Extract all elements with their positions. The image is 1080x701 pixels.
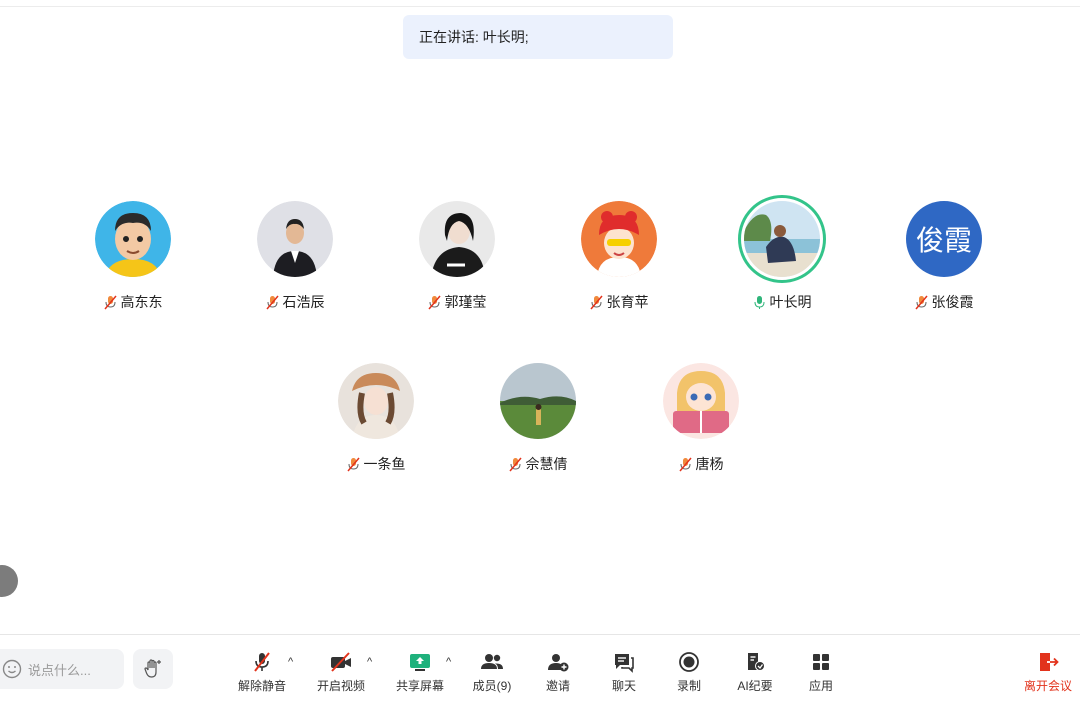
members-label: 成员(9)	[472, 679, 512, 693]
cartoon-man-avatar-icon	[95, 201, 171, 277]
mic-muted-icon	[103, 295, 117, 309]
girl-hoodie-avatar-icon	[419, 201, 495, 277]
chat-icon	[615, 654, 634, 673]
suit-man-avatar-icon	[257, 201, 333, 277]
add-user-icon	[548, 654, 569, 672]
mic-muted-icon	[678, 457, 692, 471]
exit-icon	[1040, 653, 1059, 671]
participant-avatar	[95, 201, 171, 277]
participant-avatar	[257, 201, 333, 277]
participant-tile-active-speaker[interactable]: 叶长明	[712, 195, 852, 321]
share-screen-label: 共享屏幕	[395, 679, 444, 693]
invite-button[interactable]: 邀请	[526, 649, 590, 699]
participant-tile[interactable]: 佘慧倩	[468, 363, 608, 483]
cartoon-girl-frog-hat-avatar-icon	[581, 201, 657, 277]
video-options-caret[interactable]: ^	[367, 657, 377, 668]
unmute-button[interactable]: 解除静音	[230, 649, 294, 699]
participant-avatar	[419, 201, 495, 277]
participant-avatar-text: 俊霞	[906, 201, 982, 277]
anime-girl-book-avatar-icon	[663, 363, 739, 439]
start-video-label: 开启视频	[316, 679, 365, 693]
share-screen-icon	[410, 654, 430, 671]
participant-avatar	[663, 363, 739, 439]
start-video-button[interactable]: 开启视频	[309, 649, 373, 699]
invite-label: 邀请	[545, 679, 570, 693]
participant-name: 叶长明	[769, 294, 812, 310]
active-speaker-text: 正在讲话: 叶长明;	[419, 29, 529, 45]
video-off-icon	[331, 652, 351, 672]
raise-hand-icon	[144, 659, 161, 678]
ai-summary-icon	[748, 653, 765, 671]
mic-muted-icon	[346, 457, 360, 471]
quick-chat-input[interactable]: 说点什么...	[0, 649, 124, 689]
girl-hat-avatar-icon	[338, 363, 414, 439]
participant-tile[interactable]: 张育苹	[549, 201, 689, 321]
participant-avatar	[581, 201, 657, 277]
chat-label: 聊天	[611, 679, 636, 693]
members-icon	[481, 654, 503, 669]
leave-meeting-label: 离开会议	[1023, 679, 1072, 693]
record-icon	[679, 652, 699, 672]
participant-name: 高东东	[120, 294, 163, 310]
participant-avatar	[338, 363, 414, 439]
mic-muted-icon	[265, 295, 279, 309]
participant-avatar	[738, 195, 826, 283]
participant-name: 石浩辰	[282, 294, 325, 310]
audio-options-caret[interactable]: ^	[288, 657, 298, 668]
ai-summary-button[interactable]: AI纪要	[723, 649, 787, 699]
record-button[interactable]: 录制	[657, 649, 721, 699]
mic-muted-icon	[508, 457, 522, 471]
unmute-label: 解除静音	[237, 679, 286, 693]
mic-muted-icon	[427, 295, 441, 309]
participant-name: 张育苹	[606, 294, 649, 310]
participant-tile[interactable]: 高东东	[63, 201, 203, 321]
participant-tile[interactable]: 郭瑾莹	[387, 201, 527, 321]
active-speaker-banner: 正在讲话: 叶长明;	[403, 15, 673, 59]
ai-summary-label: AI纪要	[737, 679, 773, 693]
mic-muted-icon	[254, 652, 270, 672]
mic-muted-icon	[589, 295, 603, 309]
mic-speaking-icon	[754, 295, 764, 309]
raise-hand-button[interactable]	[133, 649, 173, 689]
apps-button[interactable]: 应用	[789, 649, 853, 699]
participant-avatar	[500, 363, 576, 439]
field-landscape-avatar-icon	[500, 363, 576, 439]
participant-tile[interactable]: 俊霞 张俊霞	[874, 201, 1014, 321]
top-divider	[0, 6, 1080, 7]
share-options-caret[interactable]: ^	[446, 657, 456, 668]
participant-name: 佘慧倩	[525, 456, 568, 472]
members-button[interactable]: 成员(9)	[460, 649, 524, 699]
participant-name: 郭瑾莹	[444, 294, 487, 310]
beach-photo-avatar-icon	[744, 201, 820, 277]
chat-placeholder: 说点什么...	[28, 662, 91, 678]
mic-muted-icon	[914, 295, 928, 309]
participant-name: 唐杨	[695, 456, 724, 472]
participant-tile[interactable]: 一条鱼	[306, 363, 446, 483]
apps-grid-icon	[813, 654, 829, 670]
meeting-toolbar: 说点什么... 解除静音 ^ 开启视频 ^ 共享屏幕 ^ 成员(9) 邀请 聊天…	[0, 634, 1080, 701]
participant-tile[interactable]: 石浩辰	[225, 201, 365, 321]
share-screen-button[interactable]: 共享屏幕	[388, 649, 452, 699]
leave-meeting-button[interactable]: 离开会议	[1016, 649, 1080, 699]
apps-label: 应用	[808, 679, 833, 693]
participant-name: 一条鱼	[363, 456, 406, 472]
participant-tile[interactable]: 唐杨	[631, 363, 771, 483]
emoji-icon[interactable]	[2, 659, 22, 679]
participant-name: 张俊霞	[931, 294, 974, 310]
chat-button[interactable]: 聊天	[592, 649, 656, 699]
side-panel-handle[interactable]	[0, 565, 18, 597]
record-label: 录制	[676, 679, 701, 693]
